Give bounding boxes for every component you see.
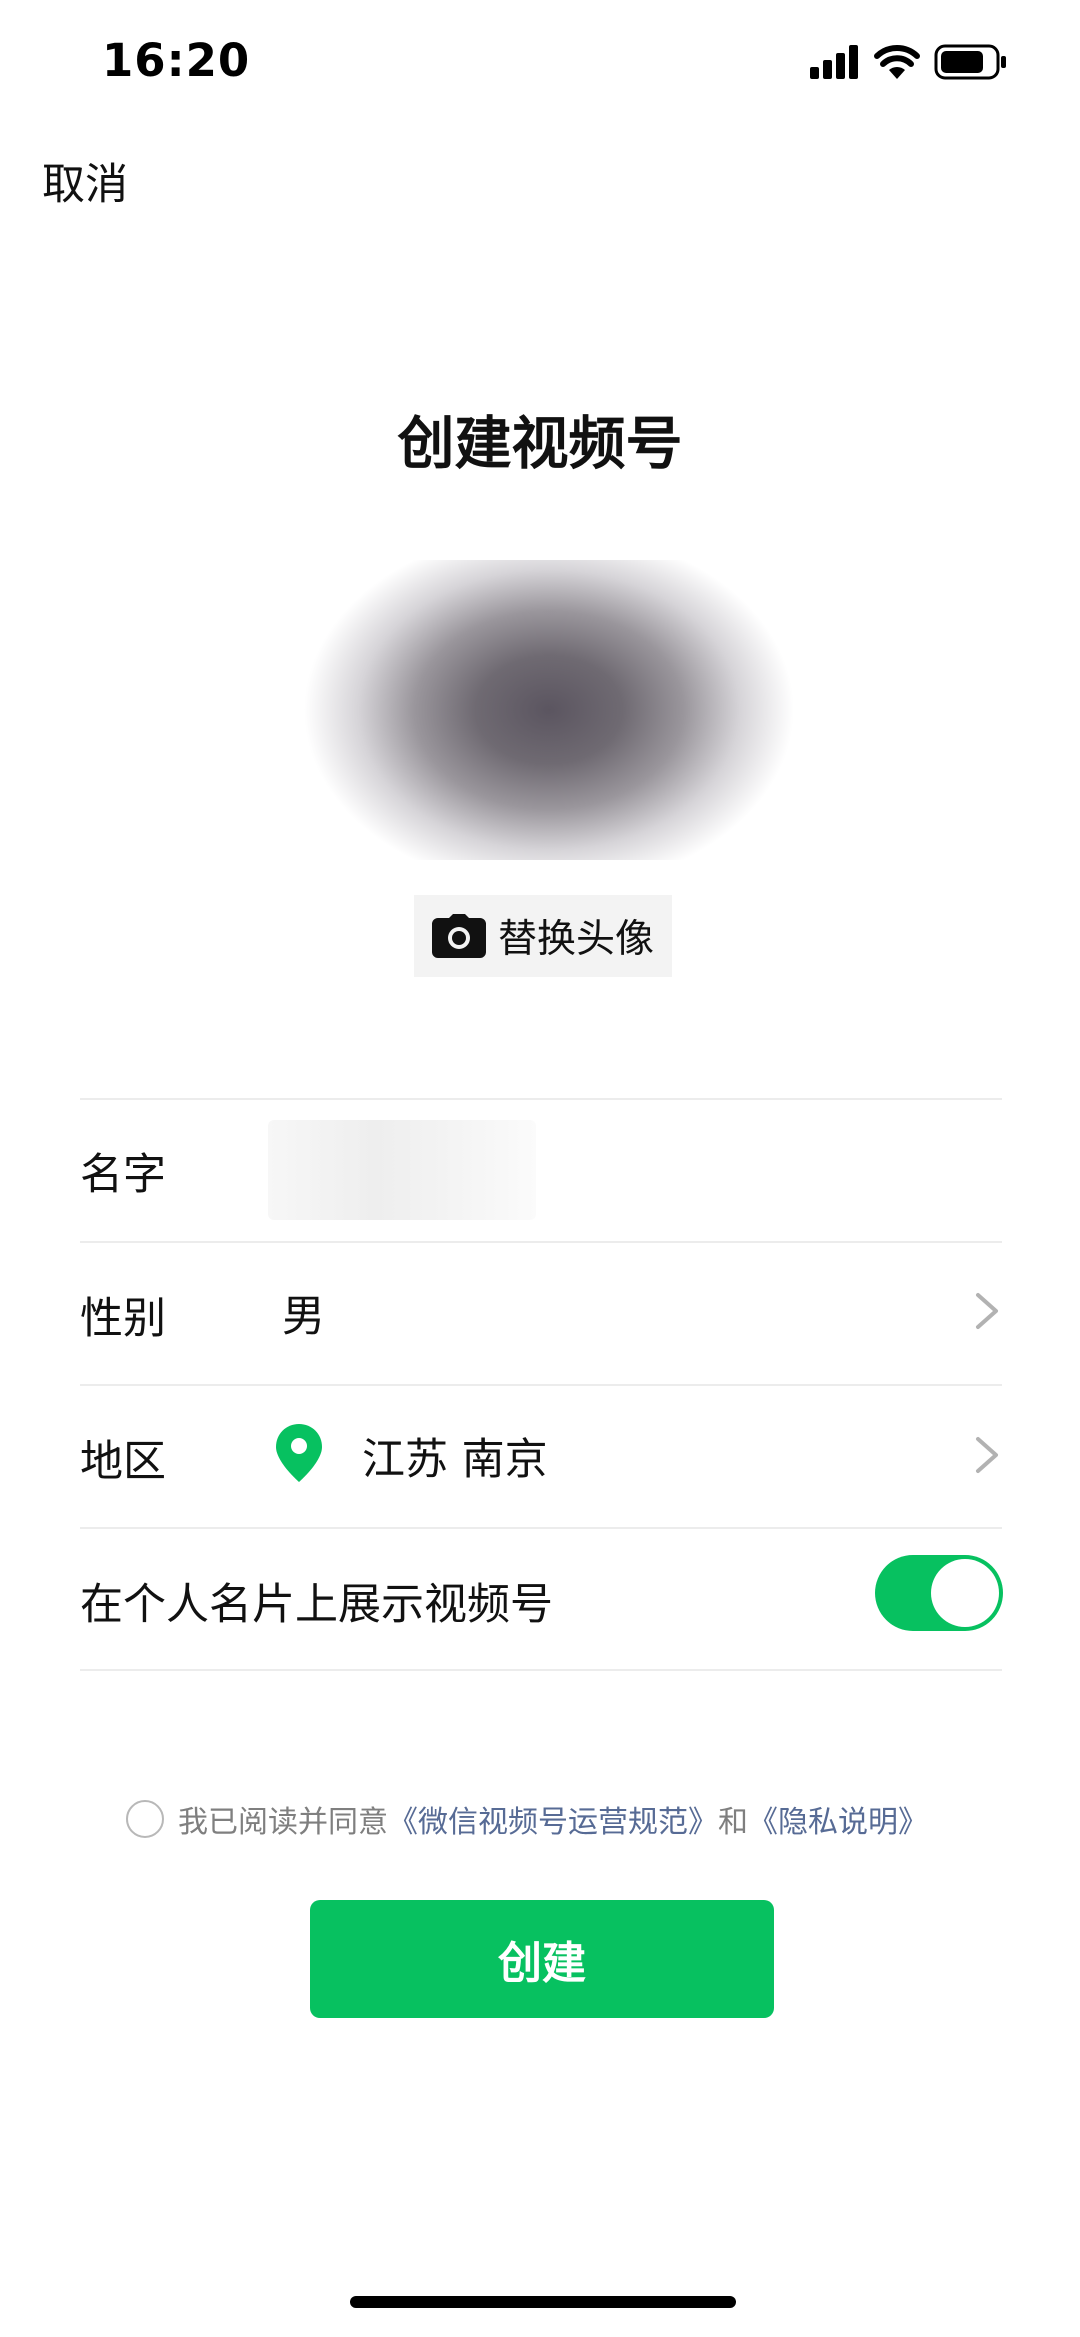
cancel-button[interactable]: 取消 [42,150,128,212]
show-on-card-toggle[interactable] [875,1555,1003,1631]
camera-icon [431,914,486,958]
wifi-icon [874,45,920,79]
replace-avatar-label: 替换头像 [497,917,654,962]
divider [80,1098,1002,1100]
region-label: 地区 [80,1437,166,1487]
location-pin-icon [276,1424,322,1482]
region-value: 江苏 南京 [362,1435,548,1485]
name-input[interactable] [268,1120,536,1220]
agreement-row: 我已阅读并同意 《微信视频号运营规范》 和 《隐私说明》 [126,1798,928,1840]
agreement-checkbox[interactable] [126,1800,164,1838]
page-title: 创建视频号 [397,411,683,477]
toggle-knob [931,1559,999,1627]
avatar-image [294,560,804,860]
home-indicator [350,2296,736,2308]
privacy-link[interactable]: 《隐私说明》 [748,1797,928,1841]
create-button[interactable]: 创建 [310,1900,774,2018]
chevron-right-icon [976,1437,998,1473]
name-label: 名字 [80,1150,166,1200]
replace-avatar-button[interactable]: 替换头像 [414,895,672,977]
divider [80,1384,1002,1386]
divider [80,1527,1002,1529]
avatar[interactable] [294,560,804,860]
status-icons [810,40,1008,84]
agreement-prefix: 我已阅读并同意 [178,1805,388,1840]
gender-value: 男 [282,1292,325,1342]
status-time: 16:20 [102,34,251,87]
show-on-card-label: 在个人名片上展示视频号 [80,1580,553,1630]
divider [80,1669,1002,1671]
agreement-and: 和 [718,1805,748,1840]
chevron-right-icon [976,1293,998,1329]
operation-rules-link[interactable]: 《微信视频号运营规范》 [388,1797,718,1841]
gender-label: 性别 [80,1294,166,1344]
battery-icon [934,44,1006,80]
signal-icon [810,45,858,79]
divider [80,1241,1002,1243]
